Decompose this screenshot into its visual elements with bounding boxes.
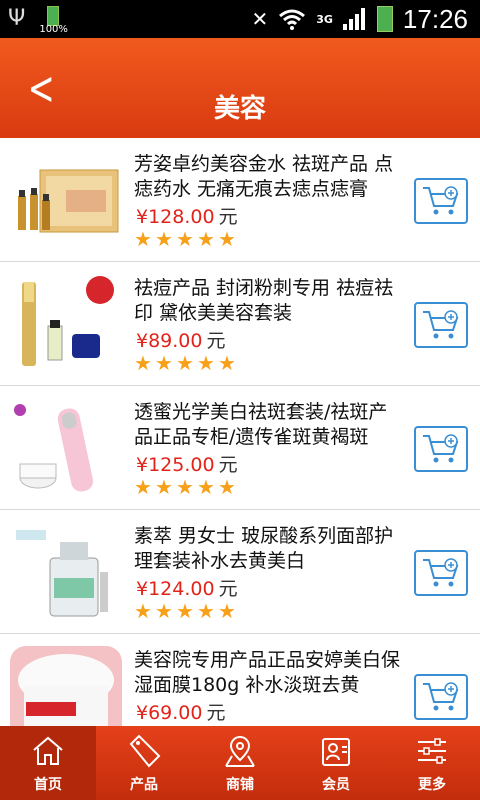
cart-add-icon [423, 434, 459, 463]
nav-item-more[interactable]: 更多 [384, 726, 480, 800]
cart-add-icon [423, 186, 459, 215]
nav-label: 更多 [418, 777, 446, 793]
signal-icon [342, 8, 365, 30]
battery-icon [376, 6, 393, 32]
product-price: ¥124.00 元 [136, 578, 238, 600]
product-price: ¥69.00 元 [136, 702, 226, 724]
star-icon: ★ [134, 351, 152, 375]
rating-stars: ★ ★ ★ ★ ★ [134, 227, 237, 251]
bottom-nav: 首页 产品 商铺 会员 更多 [0, 726, 480, 800]
battery-percent: 100% [39, 24, 68, 35]
rating-stars: ★ ★ ★ ★ ★ [134, 599, 237, 623]
product-name[interactable]: 祛痘产品 封闭粉刺专用 祛痘祛印 黛依美美容套装 [134, 276, 404, 326]
product-name[interactable]: 美容院专用产品正品安婷美白保湿面膜180g 补水淡斑去黄 [134, 648, 404, 698]
star-icon: ★ [176, 599, 194, 623]
network-type: 3G [316, 12, 333, 26]
product-image [10, 646, 122, 726]
wifi-icon [279, 9, 306, 30]
star-icon: ★ [134, 599, 152, 623]
add-to-cart-button[interactable] [414, 550, 468, 596]
add-to-cart-button[interactable] [414, 674, 468, 720]
star-icon: ★ [218, 351, 236, 375]
product-list[interactable]: 芳姿卓约美容金水 祛斑产品 点痣药水 无痛无痕去痣点痣膏 ¥128.00 元 ★ ★… [0, 138, 480, 726]
cart-add-icon [423, 682, 459, 711]
product-price: ¥125.00 元 [136, 454, 238, 476]
sale-tag-icon [129, 734, 161, 768]
rating-stars: ★ ★ ★ ★ ★ [134, 351, 237, 375]
nav-label: 会员 [322, 777, 350, 793]
star-icon: ★ [197, 351, 215, 375]
star-icon: ★ [218, 599, 236, 623]
product-name[interactable]: 素萃 男女士 玻尿酸系列面部护理套装补水去黄美白 [134, 524, 404, 574]
map-icon [225, 735, 255, 767]
clock: 17:26 [402, 3, 468, 34]
product-image [18, 169, 119, 233]
star-icon: ★ [155, 351, 173, 375]
usb-icon: Ψ [8, 6, 26, 31]
sliders-icon [418, 738, 446, 764]
cart-add-icon [423, 310, 459, 339]
product-image [14, 404, 94, 492]
add-to-cart-button[interactable] [414, 302, 468, 348]
cart-add-icon [423, 558, 459, 587]
product-item[interactable]: 素萃 男女士 玻尿酸系列面部护理套装补水去黄美白 ¥124.00 元 ★ ★ ★ ★ ★ [0, 510, 480, 634]
star-icon: ★ [218, 227, 236, 251]
star-icon: ★ [176, 227, 194, 251]
product-name[interactable]: 芳姿卓约美容金水 祛斑产品 点痣药水 无痛无痕去痣点痣膏 [134, 152, 404, 202]
product-image [16, 530, 108, 617]
star-icon: ★ [176, 351, 194, 375]
nav-item-shops[interactable]: 商铺 [192, 726, 288, 800]
rating-stars: ★ ★ ★ ★ ★ [134, 475, 237, 499]
nav-label: 首页 [34, 777, 62, 793]
star-icon: ★ [134, 475, 152, 499]
add-to-cart-button[interactable] [414, 426, 468, 472]
product-item[interactable]: 祛痘产品 封闭粉刺专用 祛痘祛印 黛依美美容套装 ¥89.00 元 ★ ★ ★ ★ ★ [0, 262, 480, 386]
nav-label: 产品 [130, 777, 158, 793]
star-icon: ★ [134, 227, 152, 251]
product-image [22, 276, 114, 366]
app-header: < 美容 [0, 38, 480, 138]
member-card-icon [322, 738, 350, 766]
star-icon: ★ [197, 475, 215, 499]
star-icon: ★ [155, 227, 173, 251]
page-title: 美容 [213, 94, 266, 124]
product-item[interactable]: 芳姿卓约美容金水 祛斑产品 点痣药水 无痛无痕去痣点痣膏 ¥128.00 元 ★ ★… [0, 138, 480, 262]
star-icon: ★ [218, 475, 236, 499]
mute-icon: ✕ [251, 7, 269, 31]
nav-item-products[interactable]: 产品 [96, 726, 192, 800]
home-icon [33, 736, 63, 765]
star-icon: ★ [197, 227, 215, 251]
product-item[interactable]: 美容院专用产品正品安婷美白保湿面膜180g 补水淡斑去黄 ¥69.00 元 [0, 634, 480, 726]
add-to-cart-button[interactable] [414, 178, 468, 224]
star-icon: ★ [176, 475, 194, 499]
product-item[interactable]: 透蜜光学美白祛斑套装/祛斑产品正品专柜/遗传雀斑黄褐斑 ¥125.00 元 ★ ★ ★… [0, 386, 480, 510]
nav-item-home[interactable]: 首页 [0, 726, 96, 800]
nav-item-member[interactable]: 会员 [288, 726, 384, 800]
star-icon: ★ [155, 599, 173, 623]
nav-label: 商铺 [226, 777, 254, 793]
status-bar: Ψ 100% ✕ 3G 17:26 [0, 0, 480, 38]
star-icon: ★ [197, 599, 215, 623]
star-icon: ★ [155, 475, 173, 499]
product-price: ¥89.00 元 [136, 330, 226, 352]
product-name[interactable]: 透蜜光学美白祛斑套装/祛斑产品正品专柜/遗传雀斑黄褐斑 [134, 400, 404, 450]
battery-status-icon: 100% [39, 4, 68, 35]
product-price: ¥128.00 元 [136, 206, 238, 228]
